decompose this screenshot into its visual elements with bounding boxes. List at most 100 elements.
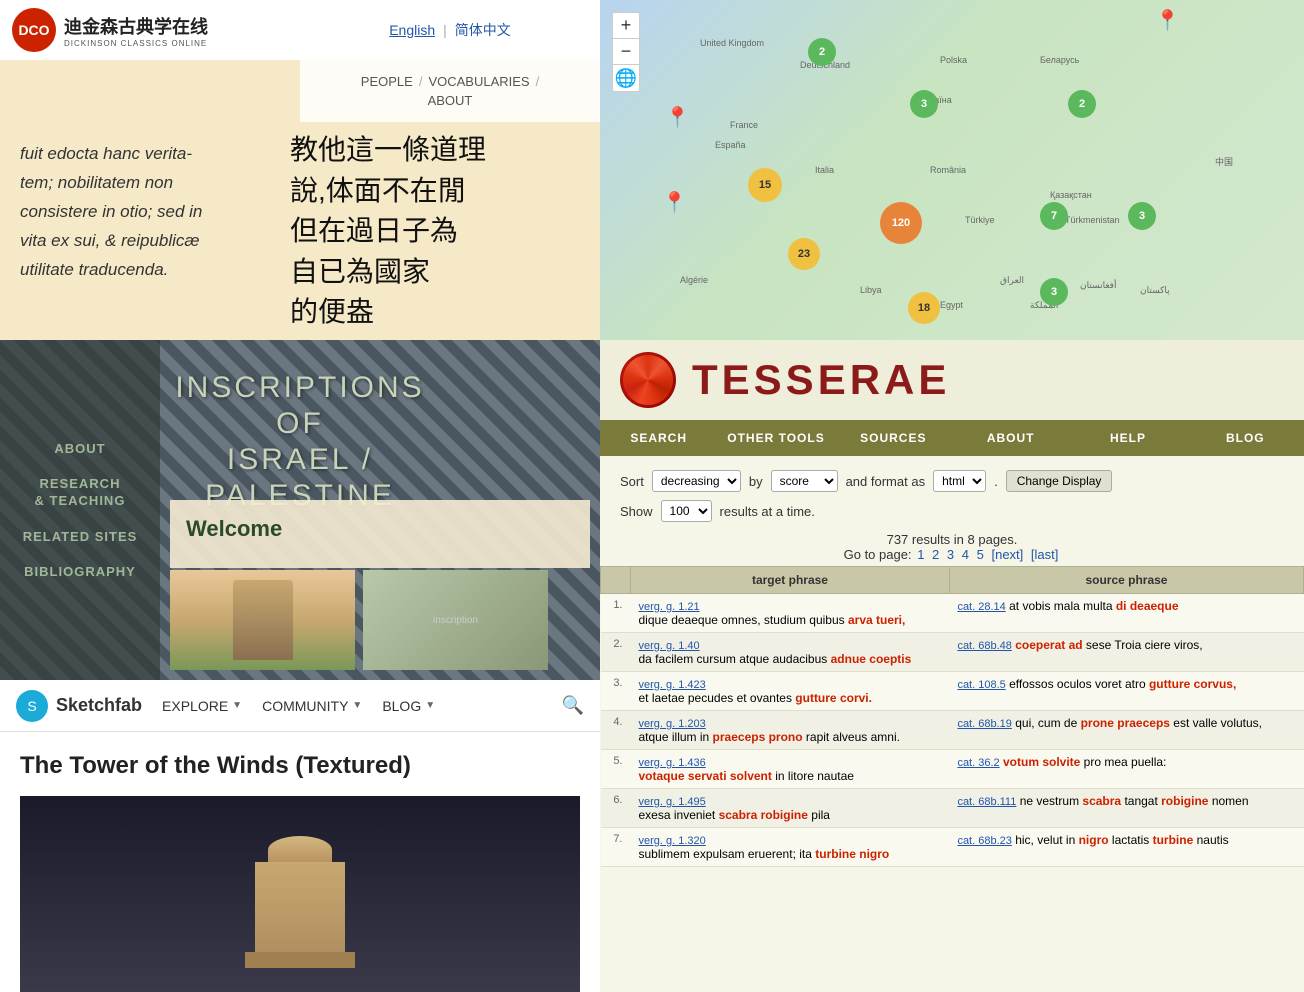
dco-chinese-text: 教他這一條道理 說,体面不在閒 但在過日子為 自已為國家 的便盎 (270, 110, 590, 340)
by-select[interactable]: score target source (771, 470, 838, 492)
target-ref-6[interactable]: verg. g. 1.495 (639, 796, 706, 808)
source-ref-1[interactable]: cat. 28.14 (957, 601, 1005, 613)
show-select[interactable]: 100 50 25 (661, 500, 712, 522)
inscriptions-welcome-box: Welcome (170, 500, 590, 568)
map-pin-1[interactable]: 📍 (665, 105, 690, 130)
table-row: 5. verg. g. 1.436 votaque servati solven… (601, 750, 1304, 789)
insc-nav-about[interactable]: ABOUT (54, 441, 105, 456)
inscriptions-title-line1: INSCRIPTIONS OF (175, 371, 424, 440)
map-label-es: España (715, 140, 746, 150)
map-background: + − 🌐 United Kingdom Deutschland Polska … (600, 0, 1304, 340)
target-highlight-6: scabra robigine (719, 808, 808, 822)
format-select[interactable]: html text (933, 470, 986, 492)
target-text-4b: rapit alveus amni. (803, 730, 900, 744)
col-num (601, 567, 631, 594)
page-link-last[interactable]: [last] (1031, 547, 1058, 562)
insc-nav-related[interactable]: RELATED SITES (23, 529, 138, 544)
page-link-5[interactable]: 5 (977, 547, 984, 562)
sketchfab-navbar: S Sketchfab EXPLORE ▼ COMMUNITY ▼ BLOG ▼… (0, 680, 600, 732)
source-ref-5[interactable]: cat. 36.2 (957, 757, 999, 769)
source-ref-6[interactable]: cat. 68b.111 (957, 796, 1016, 808)
dco-latin-text: fuit edocta hanc verita- tem; nobilitate… (0, 120, 280, 304)
map-cluster-2b[interactable]: 2 (1068, 90, 1096, 118)
map-zoom-in[interactable]: + (613, 13, 639, 39)
sort-select[interactable]: decreasing increasing (652, 470, 741, 492)
map-cluster-7[interactable]: 7 (1040, 202, 1068, 230)
dco-lang-english[interactable]: English (389, 22, 435, 38)
insc-nav-research[interactable]: RESEARCH& TEACHING (35, 476, 126, 510)
target-ref-5[interactable]: verg. g. 1.436 (639, 757, 706, 769)
map-cluster-18[interactable]: 18 (908, 292, 940, 324)
change-display-button[interactable]: Change Display (1006, 470, 1113, 492)
explore-arrow-icon: ▼ (232, 700, 242, 711)
map-label-cn: 中国 (1215, 155, 1233, 168)
target-text-6a: exesa inveniet (639, 808, 719, 822)
map-globe[interactable]: 🌐 (613, 65, 639, 91)
map-cluster-15[interactable]: 15 (748, 168, 782, 202)
sketchfab-search-icon[interactable]: 🔍 (562, 695, 584, 716)
tess-nav-blog[interactable]: BLOG (1187, 420, 1304, 456)
map-cluster-23[interactable]: 23 (788, 238, 820, 270)
dco-nav-people[interactable]: PEOPLE (361, 74, 413, 89)
map-label-tr: Türkiye (965, 215, 995, 225)
dco-nav-vocabularies[interactable]: VOCABULARIES (428, 74, 529, 89)
results-count: 737 results in 8 pages. (887, 532, 1018, 547)
tesserae-title: TESSERAE (692, 356, 950, 404)
map-label-ly: Libya (860, 285, 882, 295)
dco-language-bar: English | 简体中文 (300, 0, 600, 60)
sketchfab-logo-icon: S (16, 690, 48, 722)
map-cluster-3a[interactable]: 3 (910, 90, 938, 118)
table-row: 7. verg. g. 1.320 sublimem expulsam erue… (601, 828, 1304, 867)
dco-lang-chinese[interactable]: 简体中文 (455, 20, 511, 40)
map-label-af: أفغانستان (1080, 280, 1117, 291)
target-ref-2[interactable]: verg. g. 1.40 (639, 640, 700, 652)
page-link-4[interactable]: 4 (962, 547, 969, 562)
sketchfab-logo[interactable]: S Sketchfab (16, 690, 142, 722)
tess-nav-sources[interactable]: SOURCES (835, 420, 952, 456)
tess-nav-help[interactable]: HELP (1069, 420, 1186, 456)
map-pin-2[interactable]: 📍 (662, 190, 687, 215)
sketchfab-community-nav[interactable]: COMMUNITY ▼ (262, 698, 362, 714)
map-label-it: Italia (815, 165, 834, 175)
source-highlight-5: votum solvite (1003, 755, 1080, 769)
tess-nav-other-tools[interactable]: OTHER TOOLS (717, 420, 834, 456)
page-link-1[interactable]: 1 (917, 547, 924, 562)
source-ref-7[interactable]: cat. 68b.23 (957, 835, 1011, 847)
sketchfab-article-image[interactable] (20, 796, 580, 992)
page-link-3[interactable]: 3 (947, 547, 954, 562)
map-zoom-out[interactable]: − (613, 39, 639, 65)
table-row: 1. verg. g. 1.21 dique deaeque omnes, st… (601, 594, 1304, 633)
target-ref-7[interactable]: verg. g. 1.320 (639, 835, 706, 847)
source-ref-4[interactable]: cat. 68b.19 (957, 718, 1011, 730)
target-ref-3[interactable]: verg. g. 1.423 (639, 679, 706, 691)
table-row: 3. verg. g. 1.423 et laetae pecudes et o… (601, 672, 1304, 711)
dco-header: DCO 迪金森古典学在线 DICKINSON CLASSICS ONLINE (0, 0, 300, 60)
tess-nav-about[interactable]: ABOUT (952, 420, 1069, 456)
sketchfab-blog-nav[interactable]: BLOG ▼ (382, 698, 435, 714)
target-ref-1[interactable]: verg. g. 1.21 (639, 601, 700, 613)
sketchfab-blog-label: BLOG (382, 698, 421, 714)
col-source: source phrase (949, 567, 1303, 594)
source-ref-3[interactable]: cat. 108.5 (957, 679, 1005, 691)
source-text-1: at vobis mala multa (1009, 599, 1116, 613)
map-cluster-120[interactable]: 120 (880, 202, 922, 244)
sketchfab-explore-nav[interactable]: EXPLORE ▼ (162, 698, 242, 714)
format-label: and format as (846, 474, 926, 489)
dco-nav-about[interactable]: ABOUT (428, 93, 473, 108)
map-cluster-3c[interactable]: 3 (1040, 278, 1068, 306)
page-link-next[interactable]: [next] (991, 547, 1023, 562)
map-pin-3[interactable]: 📍 (1155, 8, 1180, 33)
insc-nav-bibliography[interactable]: BIBLIOGRAPHY (24, 564, 136, 579)
tower-illustration (240, 826, 360, 966)
source-ref-2[interactable]: cat. 68b.48 (957, 640, 1011, 652)
map-cluster-2a[interactable]: 2 (808, 38, 836, 66)
page-link-2[interactable]: 2 (932, 547, 939, 562)
target-ref-4[interactable]: verg. g. 1.203 (639, 718, 706, 730)
tesserae-nav: SEARCH OTHER TOOLS SOURCES ABOUT HELP BL… (600, 420, 1304, 456)
source-highlight-6a: scabra (1082, 794, 1121, 808)
table-row: 2. verg. g. 1.40 da facilem cursum atque… (601, 633, 1304, 672)
tess-nav-search[interactable]: SEARCH (600, 420, 717, 456)
map-cluster-3b[interactable]: 3 (1128, 202, 1156, 230)
dco-logo[interactable]: DCO (12, 8, 56, 52)
target-text-3: et laetae pecudes et ovantes (639, 691, 796, 705)
